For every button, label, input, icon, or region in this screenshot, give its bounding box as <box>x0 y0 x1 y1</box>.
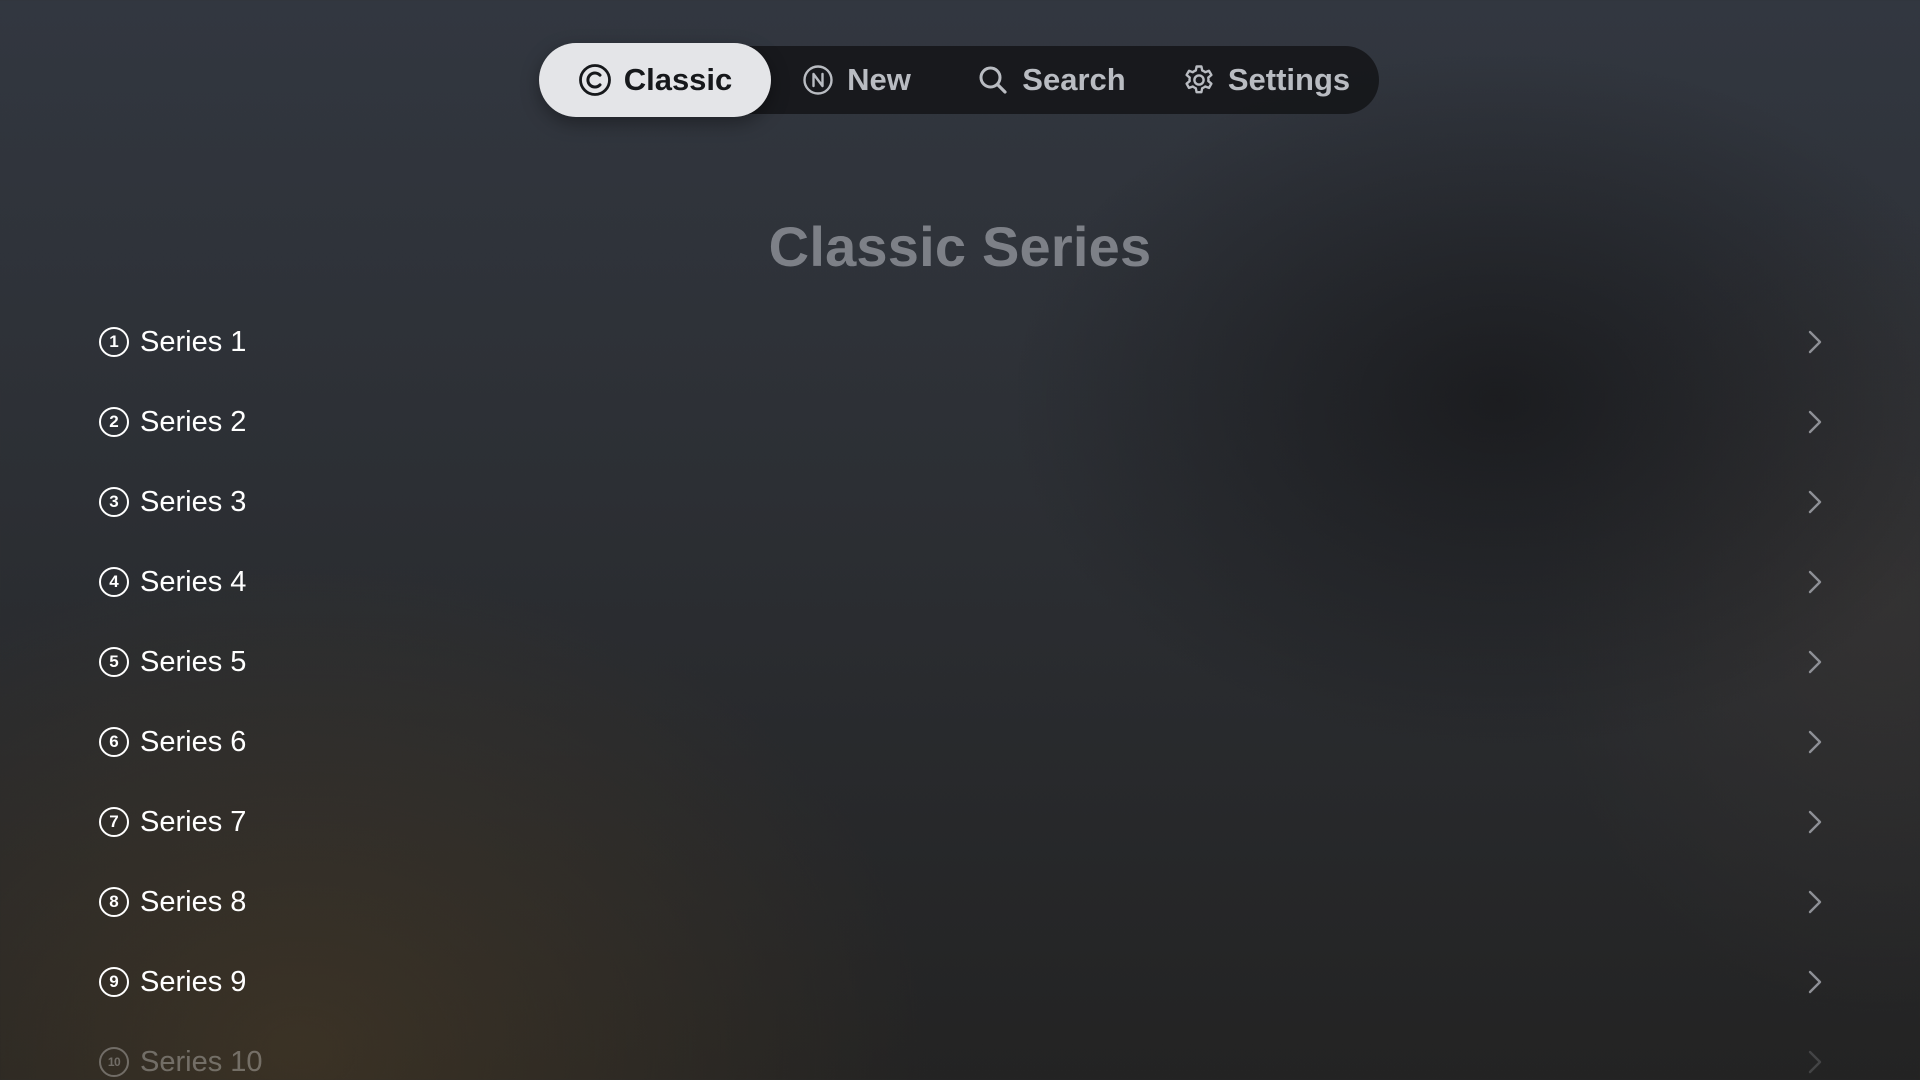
list-item-series-10[interactable]: 10 Series 10 <box>96 1022 1826 1080</box>
list-item-series-1[interactable]: 1 Series 1 <box>96 302 1826 382</box>
tab-new-label: New <box>847 62 911 97</box>
tab-search[interactable]: Search <box>956 43 1146 117</box>
list-item-series-8[interactable]: 8 Series 8 <box>96 862 1826 942</box>
tab-new[interactable]: New <box>776 43 936 117</box>
list-item-series-3[interactable]: 3 Series 3 <box>96 462 1826 542</box>
series-label: Series 3 <box>140 485 247 518</box>
series-label: Series 4 <box>140 565 247 598</box>
series-list: 1 Series 1 2 Series 2 3 Series 3 4 Serie… <box>96 302 1826 1080</box>
chevron-right-icon <box>1804 967 1826 997</box>
chevron-right-icon <box>1804 887 1826 917</box>
number-1-circle-icon: 1 <box>99 327 129 357</box>
series-label: Series 7 <box>140 805 247 838</box>
gear-icon <box>1182 63 1216 97</box>
number-4-circle-icon: 4 <box>99 567 129 597</box>
chevron-right-icon <box>1804 647 1826 677</box>
tab-search-label: Search <box>1022 62 1126 97</box>
magnifier-icon <box>976 63 1010 97</box>
series-label: Series 2 <box>140 405 247 438</box>
chevron-right-icon <box>1804 1047 1826 1077</box>
page-title: Classic Series <box>768 215 1152 278</box>
list-item-series-7[interactable]: 7 Series 7 <box>96 782 1826 862</box>
number-6-circle-icon: 6 <box>99 727 129 757</box>
chevron-right-icon <box>1804 327 1826 357</box>
list-item-series-6[interactable]: 6 Series 6 <box>96 702 1826 782</box>
series-label: Series 10 <box>140 1045 263 1078</box>
series-label: Series 6 <box>140 725 247 758</box>
list-item-series-5[interactable]: 5 Series 5 <box>96 622 1826 702</box>
series-label: Series 8 <box>140 885 247 918</box>
tab-classic-label: Classic <box>623 62 733 97</box>
list-item-series-2[interactable]: 2 Series 2 <box>96 382 1826 462</box>
number-5-circle-icon: 5 <box>99 647 129 677</box>
n-circle-icon <box>801 63 835 97</box>
chevron-right-icon <box>1804 727 1826 757</box>
series-label: Series 1 <box>140 325 247 358</box>
number-2-circle-icon: 2 <box>99 407 129 437</box>
series-label: Series 5 <box>140 645 247 678</box>
tab-settings-label: Settings <box>1227 62 1351 97</box>
list-item-series-4[interactable]: 4 Series 4 <box>96 542 1826 622</box>
top-tab-bar: Classic New Search Settings <box>539 43 1379 117</box>
number-9-circle-icon: 9 <box>99 967 129 997</box>
number-3-circle-icon: 3 <box>99 487 129 517</box>
chevron-right-icon <box>1804 807 1826 837</box>
series-label: Series 9 <box>140 965 247 998</box>
chevron-right-icon <box>1804 487 1826 517</box>
number-10-circle-icon: 10 <box>99 1047 129 1077</box>
chevron-right-icon <box>1804 407 1826 437</box>
number-8-circle-icon: 8 <box>99 887 129 917</box>
c-circle-icon <box>578 63 612 97</box>
chevron-right-icon <box>1804 567 1826 597</box>
tab-settings[interactable]: Settings <box>1168 43 1364 117</box>
number-7-circle-icon: 7 <box>99 807 129 837</box>
tab-classic[interactable]: Classic <box>539 43 771 117</box>
list-item-series-9[interactable]: 9 Series 9 <box>96 942 1826 1022</box>
